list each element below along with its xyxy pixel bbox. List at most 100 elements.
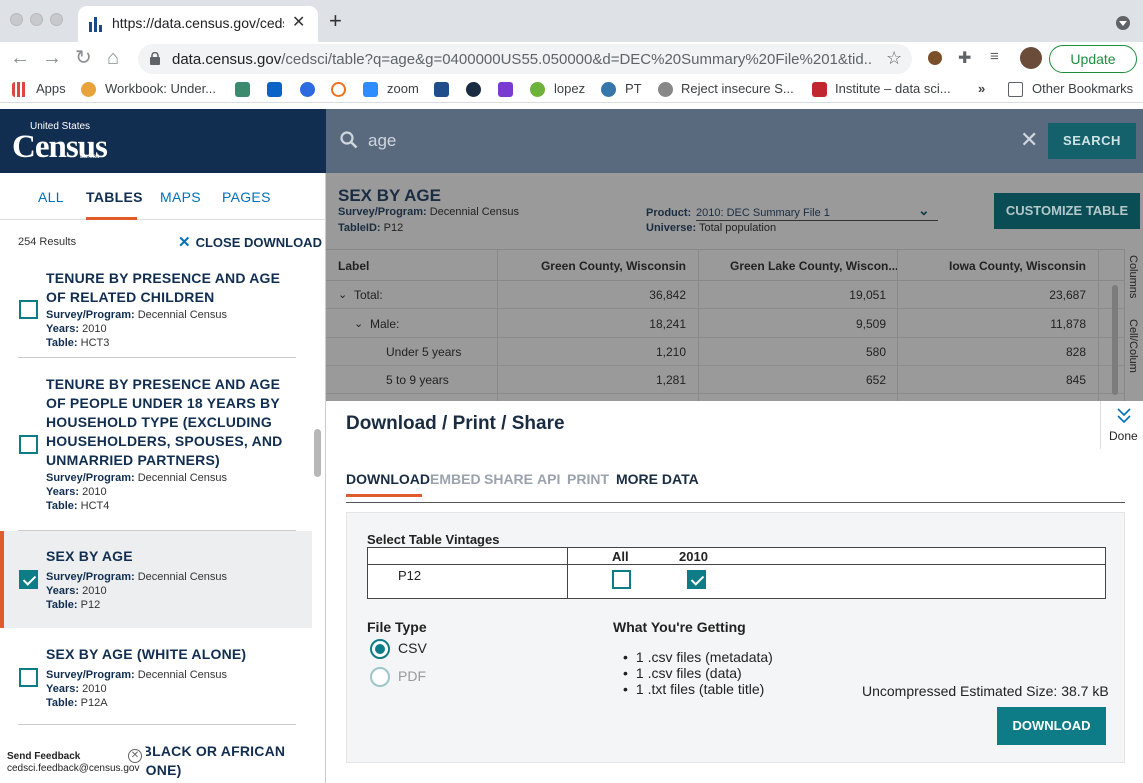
chevron-down-icon[interactable]: ⌄ — [918, 202, 930, 219]
table-scrollbar[interactable] — [1112, 285, 1118, 395]
cell-column-panel-tab[interactable]: Cell/Colum — [1127, 319, 1139, 373]
customize-table-button[interactable]: CUSTOMIZE TABLE — [994, 193, 1140, 229]
result-title: TENURE BY PRESENCE AND AGE OF RELATED CH… — [46, 270, 281, 305]
address-bar[interactable]: data.census.gov/cedsci/table?q=age&g=040… — [138, 44, 912, 74]
select-all-vintages-checkbox[interactable] — [612, 570, 631, 589]
vintage-header-2010: 2010 — [679, 549, 708, 564]
result-checkbox[interactable] — [19, 668, 38, 687]
download-button[interactable]: DOWNLOAD — [997, 707, 1106, 745]
column-header-green[interactable]: Green County, Wisconsin — [502, 259, 686, 273]
bookmark-lopez[interactable]: lopez — [554, 81, 585, 96]
minimize-window-button[interactable] — [30, 13, 43, 26]
star-badge-icon[interactable] — [466, 82, 481, 97]
refresh-bookmark-icon[interactable] — [331, 82, 346, 97]
csv-radio[interactable] — [370, 639, 390, 659]
feedback-close-icon[interactable]: ✕ — [128, 749, 142, 763]
new-tab-icon[interactable]: + — [329, 10, 342, 32]
tab-tables[interactable]: TABLES — [86, 189, 143, 205]
bookmark-reject-insecure[interactable]: Reject insecure S... — [681, 81, 794, 96]
product-select[interactable]: 2010: DEC Summary File 1 — [696, 207, 938, 221]
browser-toolbar: ← → ↻ ⌂ data.census.gov/cedsci/table?q=a… — [0, 42, 1143, 76]
bookmark-institute[interactable]: Institute – data sci... — [835, 81, 951, 96]
result-item-hct4[interactable]: TENURE BY PRESENCE AND AGE OF PEOPLE UND… — [0, 358, 312, 531]
tab-print[interactable]: PRINT — [567, 471, 609, 487]
tab-pages[interactable]: PAGES — [222, 189, 271, 205]
survey-value: Decennial Census — [426, 206, 519, 218]
csv-label[interactable]: CSV — [398, 640, 427, 656]
tab-download[interactable]: DOWNLOAD — [346, 471, 430, 487]
download-options-card: Select Table Vintages All 2010 P12 File … — [346, 512, 1125, 763]
result-checkbox-checked[interactable] — [19, 570, 38, 589]
tab-share[interactable]: SHARE — [484, 471, 533, 487]
bookmark-workbook[interactable]: Workbook: Under... — [105, 81, 216, 96]
close-window-button[interactable] — [10, 13, 23, 26]
profile-avatar[interactable] — [1020, 47, 1042, 69]
search-input[interactable]: age — [368, 131, 396, 151]
results-list: TENURE BY PRESENCE AND AGE OF RELATED CH… — [0, 261, 312, 783]
tab-all[interactable]: ALL — [38, 189, 64, 205]
home-icon[interactable]: ⌂ — [107, 47, 119, 69]
result-survey: Survey/Program: Decennial Census — [46, 570, 227, 584]
bookmark-other[interactable]: Other Bookmarks — [1032, 81, 1133, 96]
tab-search-icon[interactable] — [1116, 16, 1130, 30]
tab-maps[interactable]: MAPS — [160, 189, 201, 205]
tab-more-data[interactable]: MORE DATA — [616, 471, 699, 487]
browser-tab[interactable]: https://data.census.gov/cedsc ✕ — [78, 6, 318, 42]
outlook-icon[interactable] — [267, 82, 282, 97]
done-button[interactable]: Done — [1100, 401, 1143, 449]
library-icon[interactable] — [434, 82, 449, 97]
result-divider — [18, 724, 296, 725]
update-button[interactable]: Update — [1049, 45, 1137, 73]
table-value: P12A — [77, 697, 108, 709]
expand-chevron-icon[interactable]: ⌄ — [354, 317, 363, 330]
forward-icon[interactable]: → — [42, 47, 62, 69]
bookmark-zoom[interactable]: zoom — [387, 81, 419, 96]
column-header-label[interactable]: Label — [338, 259, 369, 273]
result-item-p12a[interactable]: SEX BY AGE (WHITE ALONE) Survey/Program:… — [0, 628, 312, 725]
column-header-iowa[interactable]: Iowa County, Wisconsin — [902, 259, 1086, 273]
zoom-window-button[interactable] — [50, 13, 63, 26]
census-chart-icon — [89, 17, 102, 32]
cell-value: 652 — [865, 373, 886, 387]
column-header-green-lake[interactable]: Green Lake County, Wiscon... — [730, 259, 898, 273]
reload-icon[interactable]: ↻ — [75, 47, 92, 69]
cell-value: 19,051 — [849, 288, 886, 302]
extensions-puzzle-icon[interactable]: ✚ — [958, 48, 971, 68]
columns-panel-tab[interactable]: Columns — [1127, 255, 1139, 298]
result-item-p12[interactable]: SEX BY AGE Survey/Program: Decennial Cen… — [0, 531, 312, 628]
pdf-radio[interactable] — [370, 667, 390, 687]
clear-search-icon[interactable]: ✕ — [1020, 127, 1038, 153]
bookmark-star-icon[interactable]: ☆ — [886, 48, 902, 69]
result-item-hct3[interactable]: TENURE BY PRESENCE AND AGE OF RELATED CH… — [0, 261, 312, 358]
video-icon[interactable] — [498, 82, 513, 97]
vintage-2010-checkbox[interactable] — [687, 570, 706, 589]
table-preview: SEX BY AGE Survey/Program: Decennial Cen… — [326, 173, 1143, 401]
census-logo[interactable]: United States Census Bureau — [0, 109, 326, 173]
file-type-label: File Type — [367, 619, 427, 635]
tab-api[interactable]: API — [537, 471, 560, 487]
search-button[interactable]: SEARCH — [1048, 123, 1136, 159]
table-title: SEX BY AGE — [338, 186, 441, 205]
cookie-extension-icon[interactable] — [928, 51, 942, 65]
results-scrollbar[interactable] — [314, 429, 321, 477]
folder-icon — [1008, 82, 1023, 97]
pdf-label[interactable]: PDF — [398, 668, 426, 684]
bookmark-apps[interactable]: Apps — [36, 81, 66, 96]
more-bookmarks-chevron[interactable]: » — [978, 81, 985, 96]
chat-icon[interactable] — [300, 82, 315, 97]
close-tab-icon[interactable]: ✕ — [292, 12, 305, 32]
send-feedback-widget[interactable]: Send Feedback cedsci.feedback@census.gov… — [0, 745, 146, 783]
table-label: Table: — [46, 337, 78, 349]
openai-icon[interactable] — [235, 82, 250, 97]
years-label: Years: — [46, 323, 80, 335]
result-checkbox[interactable] — [19, 300, 38, 319]
close-download-button[interactable]: ✕ CLOSE DOWNLOAD — [178, 233, 322, 251]
bookmark-pt[interactable]: PT — [625, 81, 642, 96]
cell-value: 580 — [865, 345, 886, 359]
back-icon[interactable]: ← — [10, 47, 30, 69]
cell-value: 845 — [1065, 373, 1086, 387]
tab-embed[interactable]: EMBED — [430, 471, 481, 487]
expand-chevron-icon[interactable]: ⌄ — [338, 288, 347, 301]
result-checkbox[interactable] — [19, 435, 38, 454]
reading-list-icon[interactable]: ≡ — [990, 48, 999, 65]
